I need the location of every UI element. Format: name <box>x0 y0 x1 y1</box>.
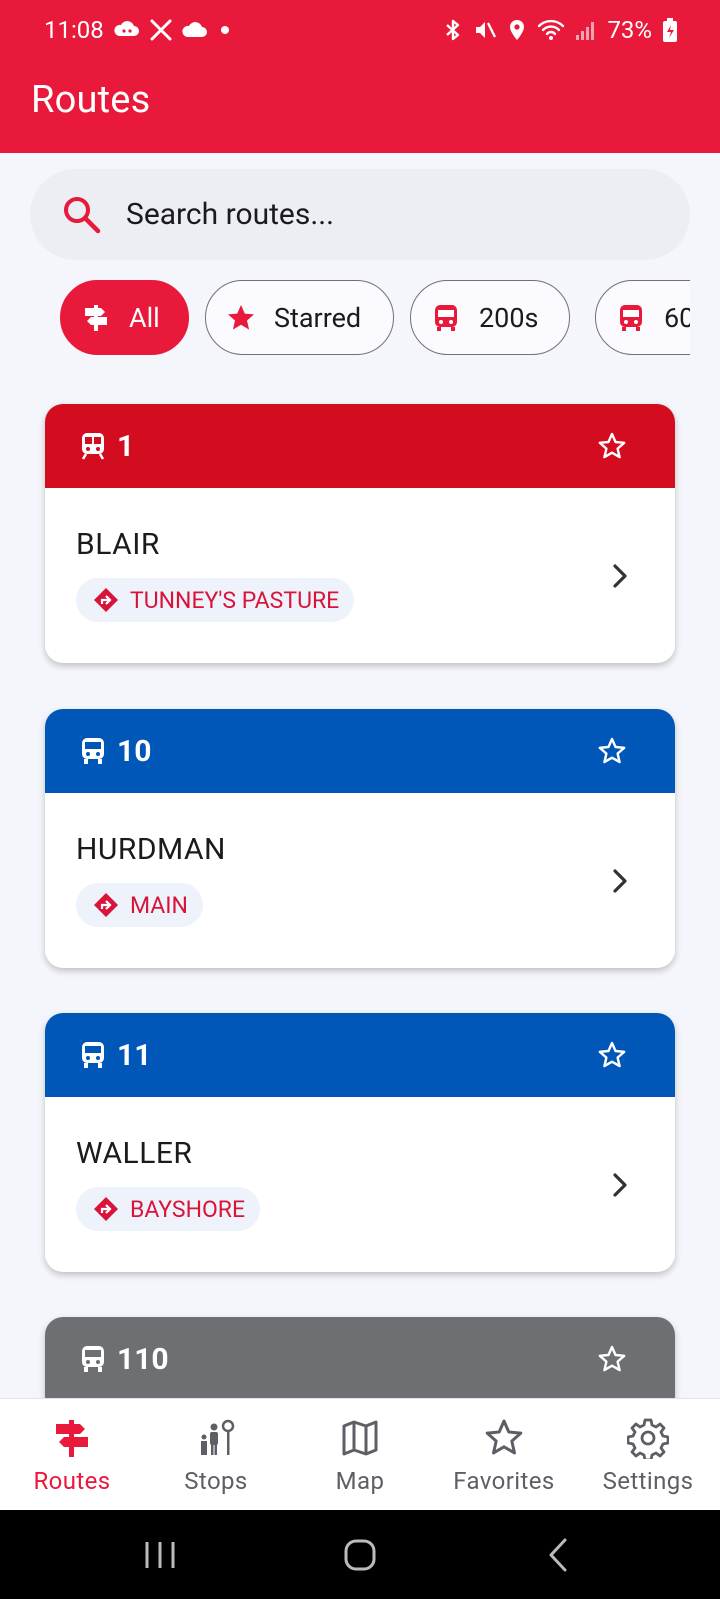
chip-label: All <box>129 301 160 334</box>
signal-icon <box>576 22 595 40</box>
home-icon[interactable] <box>335 1530 385 1580</box>
status-time: 11:08 <box>44 16 104 44</box>
app-bar: 11:08 73% Routes <box>0 0 720 153</box>
nav-label: Routes <box>33 1467 111 1495</box>
route-card-header: 110 <box>45 1317 675 1401</box>
nav-stops[interactable]: Stops <box>144 1399 288 1511</box>
chip-label: Starred <box>274 301 362 334</box>
search-bar[interactable]: Search routes... <box>30 169 690 260</box>
chip-200s[interactable]: 200s <box>410 280 570 355</box>
route-card-body: WALLER BAYSHORE <box>45 1097 675 1272</box>
star-outline-icon[interactable] <box>597 1040 627 1070</box>
battery-percent: 73% <box>607 16 652 44</box>
battery-icon <box>663 18 677 42</box>
nav-settings[interactable]: Settings <box>576 1399 720 1511</box>
route-card-body: HURDMAN MAIN <box>45 793 675 968</box>
route-number: 1 <box>117 428 135 464</box>
dot-icon <box>220 26 229 34</box>
bus-icon <box>82 1042 104 1068</box>
bus-icon <box>620 304 642 331</box>
cloud-game-icon <box>114 21 139 36</box>
nav-label: Map <box>335 1467 385 1495</box>
signpost-icon <box>56 1420 88 1457</box>
cloud-icon <box>182 22 207 37</box>
back-icon[interactable] <box>535 1530 585 1580</box>
route-destination: WALLER <box>76 1136 193 1171</box>
mute-icon <box>476 22 497 38</box>
location-icon <box>510 20 525 40</box>
route-number: 10 <box>117 733 152 769</box>
route-card-header: 10 <box>45 709 675 793</box>
page-title: Routes <box>31 78 151 122</box>
people-stop-icon <box>201 1419 235 1455</box>
nav-map[interactable]: Map <box>288 1399 432 1511</box>
route-card-header: 1 <box>45 404 675 488</box>
direction-badge: TUNNEY'S PASTURE <box>76 578 355 622</box>
direction-icon <box>94 588 118 612</box>
direction-label: BAYSHORE <box>130 1195 246 1223</box>
gear-icon <box>627 1418 669 1459</box>
chevron-right-icon <box>613 564 627 588</box>
nav-label: Stops <box>184 1467 248 1495</box>
bluetooth-icon <box>446 19 460 41</box>
bus-icon <box>82 1346 104 1372</box>
map-icon <box>342 1420 378 1456</box>
bottom-navigation: Routes Stops Map Favorites Settings <box>0 1398 720 1510</box>
direction-icon <box>94 1197 118 1221</box>
route-destination: HURDMAN <box>76 832 226 867</box>
chip-label: 200s <box>479 301 539 334</box>
direction-label: TUNNEY'S PASTURE <box>130 586 340 614</box>
route-number: 110 <box>117 1341 169 1377</box>
recent-apps-icon[interactable] <box>135 1530 185 1580</box>
search-icon <box>64 196 101 233</box>
chip-starred[interactable]: Starred <box>205 280 394 355</box>
route-card-body: BLAIR TUNNEY'S PASTURE <box>45 488 675 663</box>
route-number: 11 <box>117 1037 152 1073</box>
nav-favorites[interactable]: Favorites <box>432 1399 576 1511</box>
route-destination: BLAIR <box>76 527 160 562</box>
star-outline-icon <box>485 1419 523 1455</box>
route-card[interactable]: 11 WALLER BAYSHORE <box>45 1013 675 1272</box>
status-bar: 11:08 73% <box>0 0 720 60</box>
direction-badge: MAIN <box>76 883 203 927</box>
bus-icon <box>82 738 104 764</box>
bus-icon <box>435 304 457 331</box>
chip-60s[interactable]: 60 <box>595 280 690 355</box>
wifi-icon <box>538 19 565 40</box>
route-card[interactable]: 10 HURDMAN MAIN <box>45 709 675 968</box>
nav-label: Settings <box>602 1467 694 1495</box>
nav-routes[interactable]: Routes <box>0 1399 144 1511</box>
nav-label: Favorites <box>453 1467 555 1495</box>
search-input[interactable]: Search routes... <box>126 197 334 232</box>
system-navigation-bar <box>0 1510 720 1599</box>
filter-chips: All Starred 200s 60 <box>0 280 690 358</box>
route-card[interactable]: 1 BLAIR TUNNEY'S PASTURE <box>45 404 675 663</box>
route-card-header: 11 <box>45 1013 675 1097</box>
star-outline-icon[interactable] <box>597 1344 627 1374</box>
star-outline-icon[interactable] <box>597 736 627 766</box>
direction-badge: BAYSHORE <box>76 1187 261 1231</box>
direction-label: MAIN <box>130 891 188 919</box>
direction-icon <box>94 893 118 917</box>
x-logo-icon <box>150 19 172 41</box>
star-outline-icon[interactable] <box>597 431 627 461</box>
train-icon <box>81 433 105 460</box>
chip-all[interactable]: All <box>60 280 189 355</box>
chip-label: 60 <box>664 301 690 334</box>
chevron-right-icon <box>613 1173 627 1197</box>
signpost-icon <box>85 304 107 331</box>
star-icon <box>228 304 254 330</box>
chevron-right-icon <box>613 869 627 893</box>
